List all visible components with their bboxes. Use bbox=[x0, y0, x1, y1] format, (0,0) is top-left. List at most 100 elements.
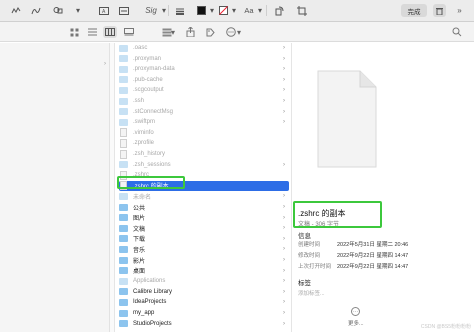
preview-pane: .zshrc 的副本 文稿 - 306 字节 信息 创建时间 2022年5月31… bbox=[293, 43, 474, 332]
font-icon[interactable]: Aa bbox=[242, 4, 256, 17]
shapes-chevron-icon[interactable]: ▾ bbox=[72, 4, 84, 17]
file-name: IdeaProjects bbox=[133, 299, 167, 306]
shapes-icon[interactable] bbox=[52, 4, 64, 17]
file-name: .oasc bbox=[133, 45, 148, 51]
file-name: .zprofile bbox=[133, 140, 155, 147]
tags-input[interactable]: 添加标签... bbox=[298, 289, 325, 297]
file-row[interactable]: .viminfo bbox=[119, 128, 289, 138]
text-box-icon[interactable]: A bbox=[98, 4, 110, 17]
fill-color-icon[interactable] bbox=[218, 4, 230, 17]
folder-row[interactable]: 公共 › bbox=[119, 202, 289, 212]
file-name: Calibre Library bbox=[133, 288, 173, 295]
border-chevron-icon[interactable]: ▾ bbox=[209, 4, 215, 17]
info-modified: 修改时间 2022年9月22日 星期四 14:47 bbox=[298, 251, 418, 259]
folder-row[interactable]: 未命名 › bbox=[119, 191, 289, 201]
info-key: 创建时间 bbox=[298, 242, 321, 248]
info-heading: 信息 bbox=[298, 233, 311, 240]
parent-column bbox=[110, 43, 115, 332]
sign-chevron-icon[interactable]: ▾ bbox=[161, 4, 167, 17]
tag-icon[interactable] bbox=[203, 26, 217, 38]
chevron-right-icon: › bbox=[283, 108, 285, 115]
sign-icon[interactable]: Sig bbox=[142, 4, 160, 17]
search-icon[interactable] bbox=[450, 26, 464, 38]
group-chevron-icon[interactable]: ▾ bbox=[170, 26, 176, 38]
share-icon[interactable] bbox=[183, 26, 197, 38]
folder-row[interactable]: 音乐 › bbox=[119, 244, 289, 254]
chevron-right-icon: › bbox=[283, 235, 285, 242]
more-icon[interactable]: ··· bbox=[351, 307, 360, 316]
folder-row[interactable]: .proxyman › bbox=[119, 54, 289, 64]
done-button[interactable]: 完成 bbox=[401, 4, 427, 17]
folder-row[interactable]: StudioProjects › bbox=[119, 319, 289, 329]
folder-row[interactable]: .ssh › bbox=[119, 96, 289, 106]
folder-row[interactable]: 影片 › bbox=[119, 255, 289, 265]
action-chevron-icon[interactable]: ▾ bbox=[236, 26, 242, 38]
crop-icon[interactable] bbox=[296, 4, 308, 17]
folder-icon bbox=[119, 118, 128, 126]
file-row[interactable]: .zprofile bbox=[119, 138, 289, 148]
folder-row[interactable]: Calibre Library › bbox=[119, 287, 289, 297]
folder-row[interactable]: IdeaProjects › bbox=[119, 297, 289, 307]
file-name: .viminfo bbox=[133, 129, 154, 136]
highlight-icon[interactable] bbox=[118, 4, 130, 17]
file-name: .proxyman bbox=[133, 55, 162, 62]
file-name: .scgcoutput bbox=[133, 87, 164, 94]
folder-row[interactable]: 下载 › bbox=[119, 234, 289, 244]
folder-icon bbox=[119, 309, 128, 317]
folder-icon bbox=[119, 235, 128, 243]
chevron-right-icon: › bbox=[283, 310, 285, 316]
sketch-icon[interactable] bbox=[10, 4, 22, 17]
folder-icon bbox=[119, 277, 128, 285]
rotate-icon[interactable] bbox=[274, 4, 286, 17]
file-row[interactable]: .zsh_history bbox=[119, 149, 289, 159]
file-name: .zsh_sessions bbox=[133, 161, 171, 168]
folder-row[interactable]: 文稿 › bbox=[119, 223, 289, 233]
info-value: 2022年5月31日 星期二 20:46 bbox=[337, 242, 409, 248]
list-view-icon[interactable] bbox=[85, 26, 99, 38]
chevron-right-icon: › bbox=[283, 98, 285, 104]
column-view-icon[interactable] bbox=[103, 26, 117, 38]
folder-row[interactable]: .oasc › bbox=[119, 43, 289, 53]
font-chevron-icon[interactable]: ▾ bbox=[257, 4, 263, 17]
folder-icon bbox=[119, 192, 128, 200]
chevron-right-icon: › bbox=[283, 288, 285, 295]
file-name: .stConnectMsg bbox=[133, 108, 174, 115]
chevron-right-icon: › bbox=[283, 119, 285, 126]
chevron-right-icon: › bbox=[283, 193, 285, 200]
folder-row[interactable]: .swiftpm › bbox=[119, 117, 289, 127]
file-name: 音乐 bbox=[133, 247, 146, 254]
folder-row[interactable]: my_app › bbox=[119, 308, 289, 318]
folder-row[interactable]: 图片 › bbox=[119, 213, 289, 223]
chevron-right-icon: › bbox=[283, 278, 285, 285]
folder-row[interactable]: .stConnectMsg › bbox=[119, 107, 289, 117]
folder-row[interactable]: .zsh_sessions › bbox=[119, 160, 289, 170]
sidebar: › bbox=[0, 43, 110, 332]
document-icon bbox=[120, 128, 127, 138]
file-name: 文稿 bbox=[133, 226, 146, 233]
folder-icon bbox=[119, 267, 128, 275]
more-button[interactable]: 更多... bbox=[348, 319, 364, 327]
folder-row[interactable]: .scgcoutput › bbox=[119, 85, 289, 95]
trash-icon[interactable] bbox=[433, 4, 446, 17]
fill-chevron-icon[interactable]: ▾ bbox=[231, 4, 237, 17]
icon-view-icon[interactable] bbox=[67, 26, 81, 38]
more-options-icon[interactable]: » bbox=[453, 4, 466, 17]
line-style-icon[interactable] bbox=[174, 4, 186, 17]
folder-row[interactable]: 桌面 › bbox=[119, 266, 289, 276]
folder-row[interactable]: .pub-cache › bbox=[119, 75, 289, 85]
gallery-view-icon[interactable] bbox=[122, 26, 136, 38]
file-name: .proxyman-data bbox=[133, 66, 175, 73]
folder-icon bbox=[119, 108, 128, 116]
markup-toolbar: ▾ A Sig ▾ ▾ ▾ Aa ▾ 完成 » bbox=[0, 0, 474, 22]
folder-row[interactable]: Applications › bbox=[119, 276, 289, 286]
info-value: 2022年9月22日 星期四 14:47 bbox=[337, 264, 409, 270]
file-name: Applications bbox=[133, 278, 166, 285]
file-name: StudioProjects bbox=[133, 320, 172, 327]
draw-icon[interactable] bbox=[30, 4, 42, 17]
chevron-right-icon: › bbox=[283, 299, 285, 306]
border-color-icon[interactable] bbox=[196, 4, 208, 17]
folder-row[interactable]: .proxyman-data › bbox=[119, 64, 289, 74]
chevron-right-icon: › bbox=[283, 214, 285, 221]
highlight-box-file-info bbox=[293, 201, 382, 228]
folder-icon bbox=[119, 320, 128, 328]
